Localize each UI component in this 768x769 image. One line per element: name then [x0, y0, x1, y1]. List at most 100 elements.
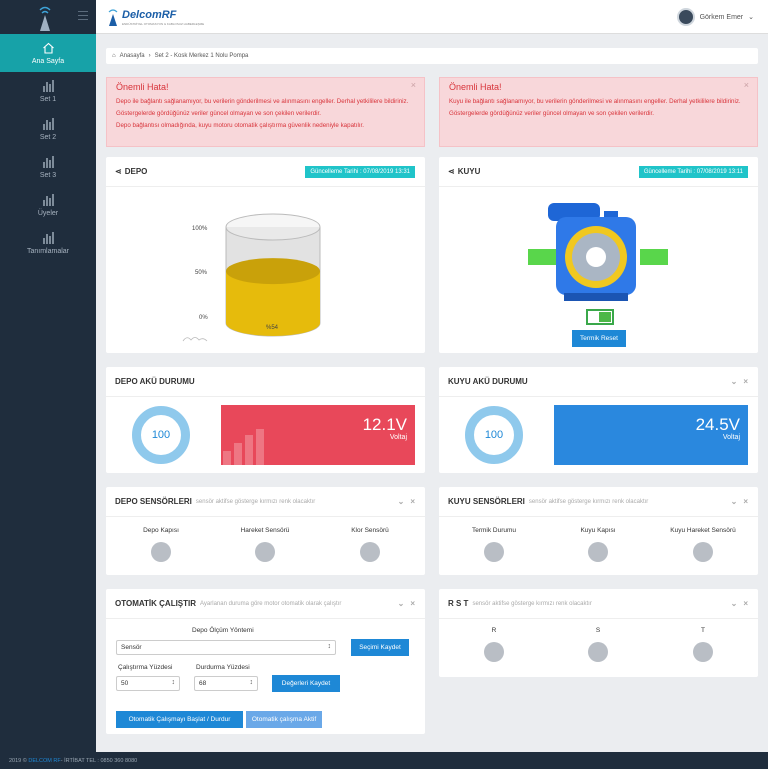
measure-method-select[interactable]: Sensör [116, 640, 336, 655]
breadcrumb: ⌂ Anasayfa › Set 2 - Kosk Merkez 1 Nolu … [106, 48, 758, 64]
save-values-button[interactable]: Değerleri Kaydet [272, 675, 340, 692]
kuyu-panel: ⋖ KUYU Güncelleme Tarihi : 07/08/2019 13… [439, 157, 758, 353]
close-icon[interactable]: × [410, 599, 415, 608]
start-percent-label: Çalıştırma Yüzdesi [118, 664, 173, 671]
auto-run-panel: OTOMATİK ÇALIŞTIR Ayarlanan duruma göre … [106, 589, 425, 734]
avatar [676, 8, 695, 26]
panel-subtitle: Ayarlanan duruma göre motor otomatik ola… [200, 600, 342, 607]
depo-aku-panel: DEPO AKÜ DURUMU 100 12.1V Voltaj [106, 367, 425, 473]
tank-level-label: %54 [266, 325, 279, 331]
brand-name: DelcomRF [122, 8, 177, 21]
panel-subtitle: sensör aktifse gösterge kırmızı renk ola… [528, 498, 649, 505]
menu-toggle-icon[interactable] [78, 11, 88, 20]
phase-indicator [693, 642, 713, 662]
alert-kuyu-error: Önemli Hata! Kuyu ile bağlantı sağlanamı… [439, 77, 758, 147]
collapse-icon[interactable]: ⌄ [731, 599, 738, 608]
sensor-indicator [255, 542, 275, 562]
panel-subtitle: sensör aktifse gösterge kırmızı renk ola… [195, 498, 316, 505]
sidebar-item-label: Set 3 [39, 171, 57, 179]
close-icon[interactable]: × [410, 497, 415, 506]
collapse-icon[interactable]: ⌄ [398, 599, 405, 608]
sidebar-item-label: Ana Sayfa [31, 57, 65, 65]
panel-tools: ⌄ × [731, 377, 748, 386]
home-icon: ⌂ [112, 53, 116, 59]
start-percent-input[interactable]: 50 [116, 676, 180, 691]
panel-header: R S T sensör aktifse gösterge kırmızı re… [439, 589, 758, 619]
sidebar-item-ana-sayfa[interactable]: Ana Sayfa [0, 34, 96, 72]
alert-depo-error: Önemli Hata! Depo ile bağlantı sağlanamı… [106, 77, 425, 147]
panel-title: DEPO AKÜ DURUMU [115, 377, 195, 386]
save-choice-button[interactable]: Seçimi Kaydet [351, 639, 409, 656]
collapse-icon[interactable]: ⌄ [398, 497, 405, 506]
pump-status-switch[interactable] [586, 309, 614, 325]
sensor-indicator [588, 542, 608, 562]
alert-line: Göstergelerde gördüğünüz veriler güncel … [449, 110, 654, 117]
sidebar-item-tanimlamalar[interactable]: Tanımlamalar [0, 224, 96, 262]
breadcrumb-home[interactable]: Anasayfa [120, 53, 145, 59]
panel-header: OTOMATİK ÇALIŞTIR Ayarlanan duruma göre … [106, 589, 425, 619]
panel-title: KUYU SENSÖRLERI [448, 497, 525, 506]
phase-label: T [701, 627, 705, 634]
close-icon[interactable]: × [411, 81, 416, 90]
battery-gauge: 100 [465, 406, 523, 464]
panel-header: KUYU SENSÖRLERI sensör aktifse gösterge … [439, 487, 758, 517]
voltage-value: 24.5V [695, 415, 740, 434]
breadcrumb-current: Set 2 - Kosk Merkez 1 Nolu Pompa [154, 53, 249, 59]
collapse-icon[interactable]: ⌄ [731, 377, 738, 386]
panel-header: ⋖ KUYU Güncelleme Tarihi : 07/08/2019 13… [439, 157, 758, 187]
bars-decoration [223, 429, 264, 465]
antenna-logo-icon [39, 6, 51, 31]
sidebar-item-set-2[interactable]: Set 2 [0, 110, 96, 148]
sensor-label: Termik Durumu [471, 527, 517, 534]
chart-icon [42, 79, 54, 92]
panel-header: ⋖ DEPO Güncelleme Tarihi : 07/08/2019 13… [106, 157, 425, 187]
depo-sensors-panel: DEPO SENSÖRLERI sensör aktifse gösterge … [106, 487, 425, 575]
sidebar-header [0, 0, 96, 34]
phase-indicator [588, 642, 608, 662]
collapse-icon[interactable]: ⌄ [731, 497, 738, 506]
auto-run-status-button[interactable]: Otomatik çalışma Aktif [246, 711, 322, 728]
sidebar-item-set-3[interactable]: Set 3 [0, 148, 96, 186]
panel-title: DEPO SENSÖRLERI [115, 497, 192, 506]
alert-line: Depo bağlantısı olmadığında, kuyu motoru… [116, 122, 364, 129]
close-icon[interactable]: × [743, 497, 748, 506]
breadcrumb-separator: › [148, 53, 151, 59]
sidebar-item-uyeler[interactable]: Üyeler [0, 186, 96, 224]
footer-brand[interactable]: DELCOM RF [28, 758, 60, 764]
panel-title: DEPO [124, 167, 148, 176]
tank-scale-label: 0% [199, 315, 208, 321]
phase-item: R [449, 627, 539, 662]
rst-panel: R S T sensör aktifse gösterge kırmızı re… [439, 589, 758, 677]
sidebar-item-label: Üyeler [37, 209, 59, 217]
sensor-indicator [693, 542, 713, 562]
brand-logo[interactable]: DelcomRF ENDÜSTRİYEL OTOMASYON & KABLOSU… [106, 7, 204, 27]
auto-run-toggle-button[interactable]: Otomatik Çalışmayı Başlat / Durdur [116, 711, 243, 728]
sensor-item: Kuyu Kapısı [553, 527, 643, 562]
panel-subtitle: sensör aktifse gösterge kırmızı renk ola… [472, 600, 592, 607]
chevron-down-icon: ⌄ [748, 14, 754, 21]
voltage-value: 12.1V [362, 415, 407, 434]
panel-tools: ⌄ × [731, 599, 748, 608]
user-menu[interactable]: Görkem Emer ⌄ [676, 8, 754, 26]
close-icon[interactable]: × [743, 599, 748, 608]
phase-item: T [658, 627, 748, 662]
panel-title: KUYU AKÜ DURUMU [448, 377, 528, 386]
sidebar-item-set-1[interactable]: Set 1 [0, 72, 96, 110]
termik-reset-button[interactable]: Termik Reset [572, 330, 626, 347]
phase-indicator [484, 642, 504, 662]
topbar: DelcomRF ENDÜSTRİYEL OTOMASYON & KABLOSU… [96, 0, 768, 34]
measure-method-label: Depo Ölçüm Yöntemi [192, 627, 254, 634]
phase-label: S [595, 627, 601, 634]
footer-contact: - İRTİBAT TEL : 0850 360 8080 [60, 757, 138, 764]
chart-icon [42, 231, 54, 244]
sidebar-item-label: Set 2 [39, 133, 57, 141]
stop-percent-input[interactable]: 68 [194, 676, 258, 691]
sensor-label: Klor Sensörü [351, 527, 389, 534]
sensor-item: Klor Sensörü [325, 527, 415, 562]
voltage-card: 24.5V Voltaj [554, 405, 748, 465]
battery-gauge: 100 [132, 406, 190, 464]
close-icon[interactable]: × [743, 377, 748, 386]
close-icon[interactable]: × [744, 81, 749, 90]
user-name: Görkem Emer [699, 13, 744, 21]
tank-scale-label: 50% [195, 270, 208, 276]
